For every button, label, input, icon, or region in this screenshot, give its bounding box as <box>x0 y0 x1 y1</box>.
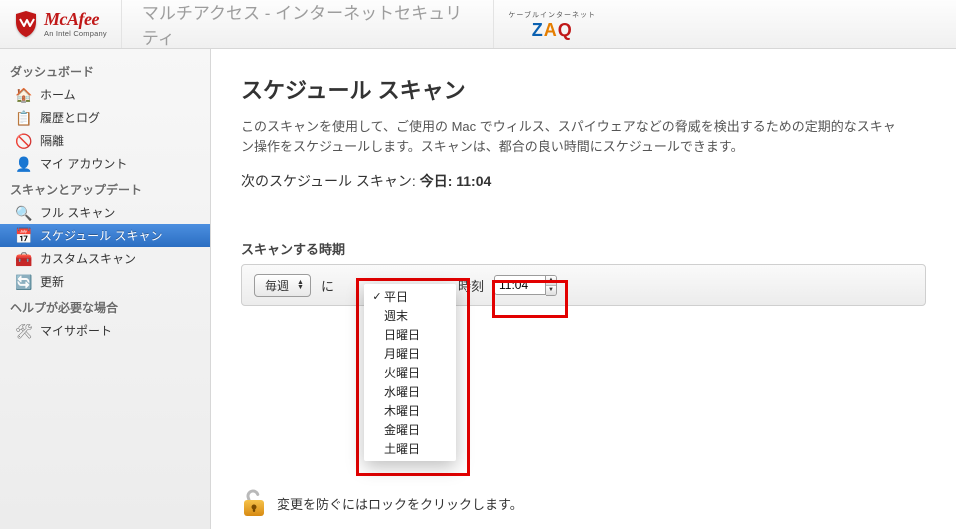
app-header: McAfee An Intel Company マルチアクセス - インターネッ… <box>0 0 956 49</box>
account-icon: 👤 <box>16 156 32 172</box>
day-option[interactable]: 週末 <box>364 306 456 325</box>
brand-name: McAfee <box>44 10 107 28</box>
scan-timing-panel: 毎週 ▲▼ に 時刻 ▲ ▼ <box>241 264 926 306</box>
sidebar: ダッシュボード 🏠 ホーム 📋 履歴とログ 🚫 隔離 👤 マイ アカウント スキ… <box>0 49 211 529</box>
day-option[interactable]: 土曜日 <box>364 439 456 458</box>
day-option-label: 木曜日 <box>384 402 420 419</box>
time-input[interactable] <box>494 275 546 295</box>
sidebar-item-schedule[interactable]: 📅 スケジュール スキャン <box>0 224 210 247</box>
sidebar-item-fullscan[interactable]: 🔍 フル スキャン <box>0 201 210 224</box>
sidebar-item-update[interactable]: 🔄 更新 <box>0 270 210 293</box>
day-option-label: 金曜日 <box>384 421 420 438</box>
frequency-value: 毎週 <box>265 277 289 294</box>
day-dropdown[interactable]: ✓平日週末日曜日月曜日火曜日水曜日木曜日金曜日土曜日 <box>364 284 456 461</box>
sidebar-item-account[interactable]: 👤 マイ アカウント <box>0 152 210 175</box>
next-scan-line: 次のスケジュール スキャン: 今日: 11:04 <box>241 171 926 191</box>
sidebar-item-label: 履歴とログ <box>40 109 100 126</box>
sidebar-group-help: ヘルプが必要な場合 <box>0 293 210 319</box>
checkmark-icon: ✓ <box>370 290 384 303</box>
sidebar-item-label: ホーム <box>40 86 76 103</box>
select-arrows-icon: ▲▼ <box>295 280 306 290</box>
day-option-label: 土曜日 <box>384 440 420 457</box>
lock-row: 変更を防ぐにはロックをクリックします。 <box>241 488 523 518</box>
sidebar-item-label: スケジュール スキャン <box>40 227 163 244</box>
page-title: スケジュール スキャン <box>241 73 926 105</box>
lock-text: 変更を防ぐにはロックをクリックします。 <box>277 494 523 513</box>
sidebar-group-dashboard: ダッシュボード <box>0 57 210 83</box>
scan-timing-label: スキャンする時期 <box>241 239 926 258</box>
calendar-icon: 📅 <box>16 228 32 244</box>
partner-brand: ZAQ <box>532 21 573 39</box>
unlocked-padlock-icon[interactable] <box>241 488 267 518</box>
day-option-label: 日曜日 <box>384 326 420 343</box>
page-description: このスキャンを使用して、ご使用の Mac でウィルス、スパイウェアなどの脅威を検… <box>241 117 901 157</box>
history-icon: 📋 <box>16 110 32 126</box>
custom-scan-icon: 🧰 <box>16 251 32 267</box>
main-content: スケジュール スキャン このスキャンを使用して、ご使用の Mac でウィルス、ス… <box>211 49 956 529</box>
sidebar-item-label: 更新 <box>40 273 64 290</box>
home-icon: 🏠 <box>16 87 32 103</box>
day-option-label: 火曜日 <box>384 364 420 381</box>
partner-caption: ケーブルインターネット <box>508 10 596 20</box>
day-option[interactable]: 月曜日 <box>364 344 456 363</box>
sidebar-item-home[interactable]: 🏠 ホーム <box>0 83 210 106</box>
search-icon: 🔍 <box>16 205 32 221</box>
sidebar-item-label: マイ アカウント <box>40 155 127 172</box>
day-option-label: 月曜日 <box>384 345 420 362</box>
sidebar-item-support[interactable]: 🛠 マイサポート <box>0 319 210 342</box>
day-option[interactable]: ✓平日 <box>364 287 456 306</box>
day-option[interactable]: 日曜日 <box>364 325 456 344</box>
day-option-label: 水曜日 <box>384 383 420 400</box>
sidebar-item-label: カスタムスキャン <box>40 250 136 267</box>
tools-icon: 🛠 <box>16 323 32 339</box>
day-option[interactable]: 水曜日 <box>364 382 456 401</box>
sidebar-item-history[interactable]: 📋 履歴とログ <box>0 106 210 129</box>
time-step-up[interactable]: ▲ <box>546 276 556 285</box>
sidebar-item-label: フル スキャン <box>40 204 115 221</box>
time-stepper[interactable]: ▲ ▼ <box>546 275 557 296</box>
app-title: マルチアクセス - インターネットセキュリティ <box>122 0 494 49</box>
sidebar-item-quarantine[interactable]: 🚫 隔離 <box>0 129 210 152</box>
brand-logo: McAfee An Intel Company <box>0 0 122 48</box>
day-option[interactable]: 金曜日 <box>364 420 456 439</box>
day-option-label: 平日 <box>384 288 408 305</box>
sidebar-item-customscan[interactable]: 🧰 カスタムスキャン <box>0 247 210 270</box>
time-step-down[interactable]: ▼ <box>546 285 556 295</box>
time-label: 時刻 <box>458 276 484 295</box>
sidebar-item-label: マイサポート <box>40 322 112 339</box>
mcafee-shield-icon <box>14 10 38 38</box>
conjunction-label: に <box>321 276 334 295</box>
update-icon: 🔄 <box>16 274 32 290</box>
next-scan-label: 次のスケジュール スキャン: <box>241 173 420 189</box>
day-option[interactable]: 火曜日 <box>364 363 456 382</box>
quarantine-icon: 🚫 <box>16 133 32 149</box>
day-option-label: 週末 <box>384 307 408 324</box>
next-scan-value: 今日: 11:04 <box>420 173 492 189</box>
sidebar-item-label: 隔離 <box>40 132 64 149</box>
partner-logo: ケーブルインターネット ZAQ <box>493 0 956 48</box>
time-field: ▲ ▼ <box>494 275 557 296</box>
brand-subtitle: An Intel Company <box>44 30 107 38</box>
sidebar-group-scan: スキャンとアップデート <box>0 175 210 201</box>
day-option[interactable]: 木曜日 <box>364 401 456 420</box>
frequency-select[interactable]: 毎週 ▲▼ <box>254 274 311 297</box>
